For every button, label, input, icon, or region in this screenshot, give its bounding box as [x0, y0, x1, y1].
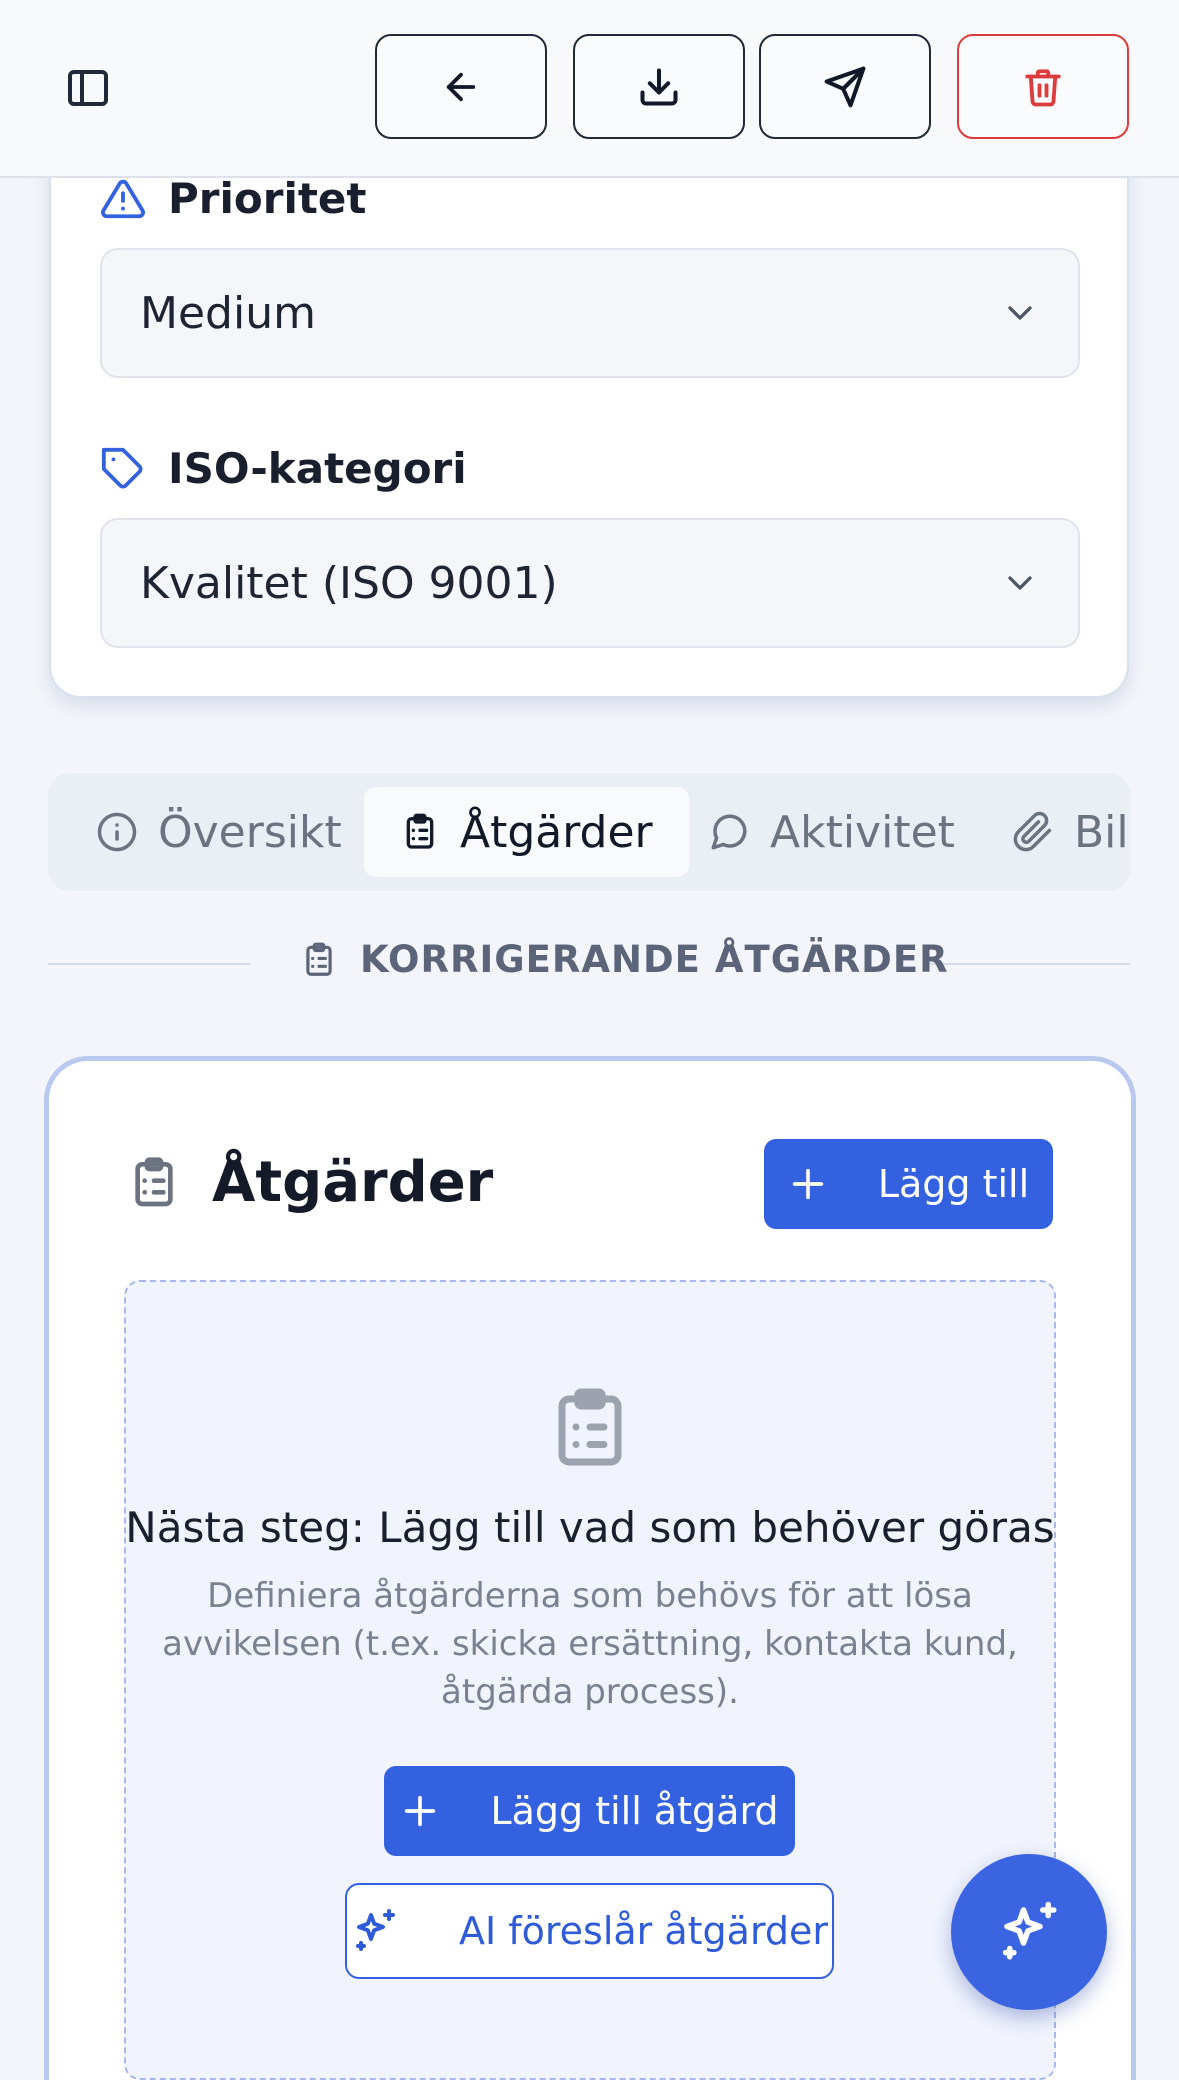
actions-heading: Åtgärder: [126, 1150, 493, 1215]
paperclip-icon: [1013, 811, 1052, 852]
priority-label-text: Prioritet: [168, 174, 367, 223]
plus-icon: [792, 1168, 823, 1200]
arrow-left-icon: [446, 72, 476, 101]
section-title-text: KORRIGERANDE ÅTGÄRDER: [360, 938, 949, 981]
sparkles-icon: [355, 1909, 395, 1951]
send-icon: [824, 66, 866, 107]
clipboard-list-icon: [135, 1156, 173, 1206]
tag-icon: [101, 447, 143, 488]
info-icon: [97, 812, 137, 852]
tab-label: Översikt: [158, 806, 342, 858]
delete-button[interactable]: [957, 34, 1129, 139]
priority-value: Medium: [140, 287, 316, 339]
clipboard-list-icon: [306, 942, 332, 976]
clipboard-list-icon: [406, 813, 434, 849]
ai-suggest-button[interactable]: AI föreslår åtgärder: [345, 1883, 834, 1979]
iso-category-label: ISO-kategori: [100, 444, 467, 493]
back-button[interactable]: [375, 34, 547, 139]
ai-suggest-label: AI föreslår åtgärder: [458, 1909, 829, 1953]
tab-label: Åtgärder: [460, 806, 653, 858]
ai-assistant-fab[interactable]: [951, 1854, 1107, 2010]
priority-select[interactable]: Medium: [100, 248, 1080, 378]
sidebar-toggle-icon[interactable]: [64, 64, 112, 112]
alert-triangle-icon: [101, 179, 145, 218]
section-title: KORRIGERANDE ÅTGÄRDER: [300, 938, 949, 981]
add-button[interactable]: Lägg till: [764, 1139, 1053, 1229]
empty-state-description: Definiera åtgärderna som behövs för att …: [162, 1576, 1018, 1712]
actions-title: Åtgärder: [212, 1150, 494, 1215]
tab-bar: Översikt Åtgärder Aktivitet Bila: [48, 773, 1131, 891]
chevron-down-icon: [1008, 306, 1032, 320]
priority-label: Prioritet: [100, 174, 367, 223]
message-circle-icon: [711, 814, 747, 850]
iso-category-select[interactable]: Kvalitet (ISO 9001): [100, 518, 1080, 648]
trash-icon: [1025, 68, 1061, 106]
empty-state-title: Nästa steg: Lägg till vad som behöver gö…: [125, 1503, 1055, 1552]
tab-atgarder[interactable]: Åtgärder: [364, 787, 689, 877]
send-button[interactable]: [759, 34, 931, 139]
empty-clipboard-icon: [548, 1380, 632, 1474]
tab-bilagor[interactable]: Bila: [1012, 787, 1131, 877]
divider-right: [930, 963, 1130, 965]
add-action-button[interactable]: Lägg till åtgärd: [384, 1766, 795, 1856]
sparkles-icon: [1002, 1901, 1057, 1960]
tab-aktivitet[interactable]: Aktivitet: [708, 787, 955, 877]
iso-category-label-text: ISO-kategori: [168, 444, 467, 493]
add-button-label: Lägg till: [877, 1162, 1030, 1206]
tab-label: Bila: [1074, 806, 1131, 858]
download-icon: [640, 67, 678, 106]
download-button[interactable]: [573, 34, 745, 139]
tab-oversikt[interactable]: Översikt: [96, 787, 342, 877]
plus-icon: [405, 1795, 436, 1827]
chevron-down-icon: [1008, 576, 1032, 590]
add-action-label: Lägg till åtgärd: [490, 1789, 779, 1833]
iso-category-value: Kvalitet (ISO 9001): [140, 557, 558, 609]
tab-label: Aktivitet: [770, 806, 955, 858]
top-bar: [0, 0, 1179, 178]
divider-left: [48, 963, 251, 965]
